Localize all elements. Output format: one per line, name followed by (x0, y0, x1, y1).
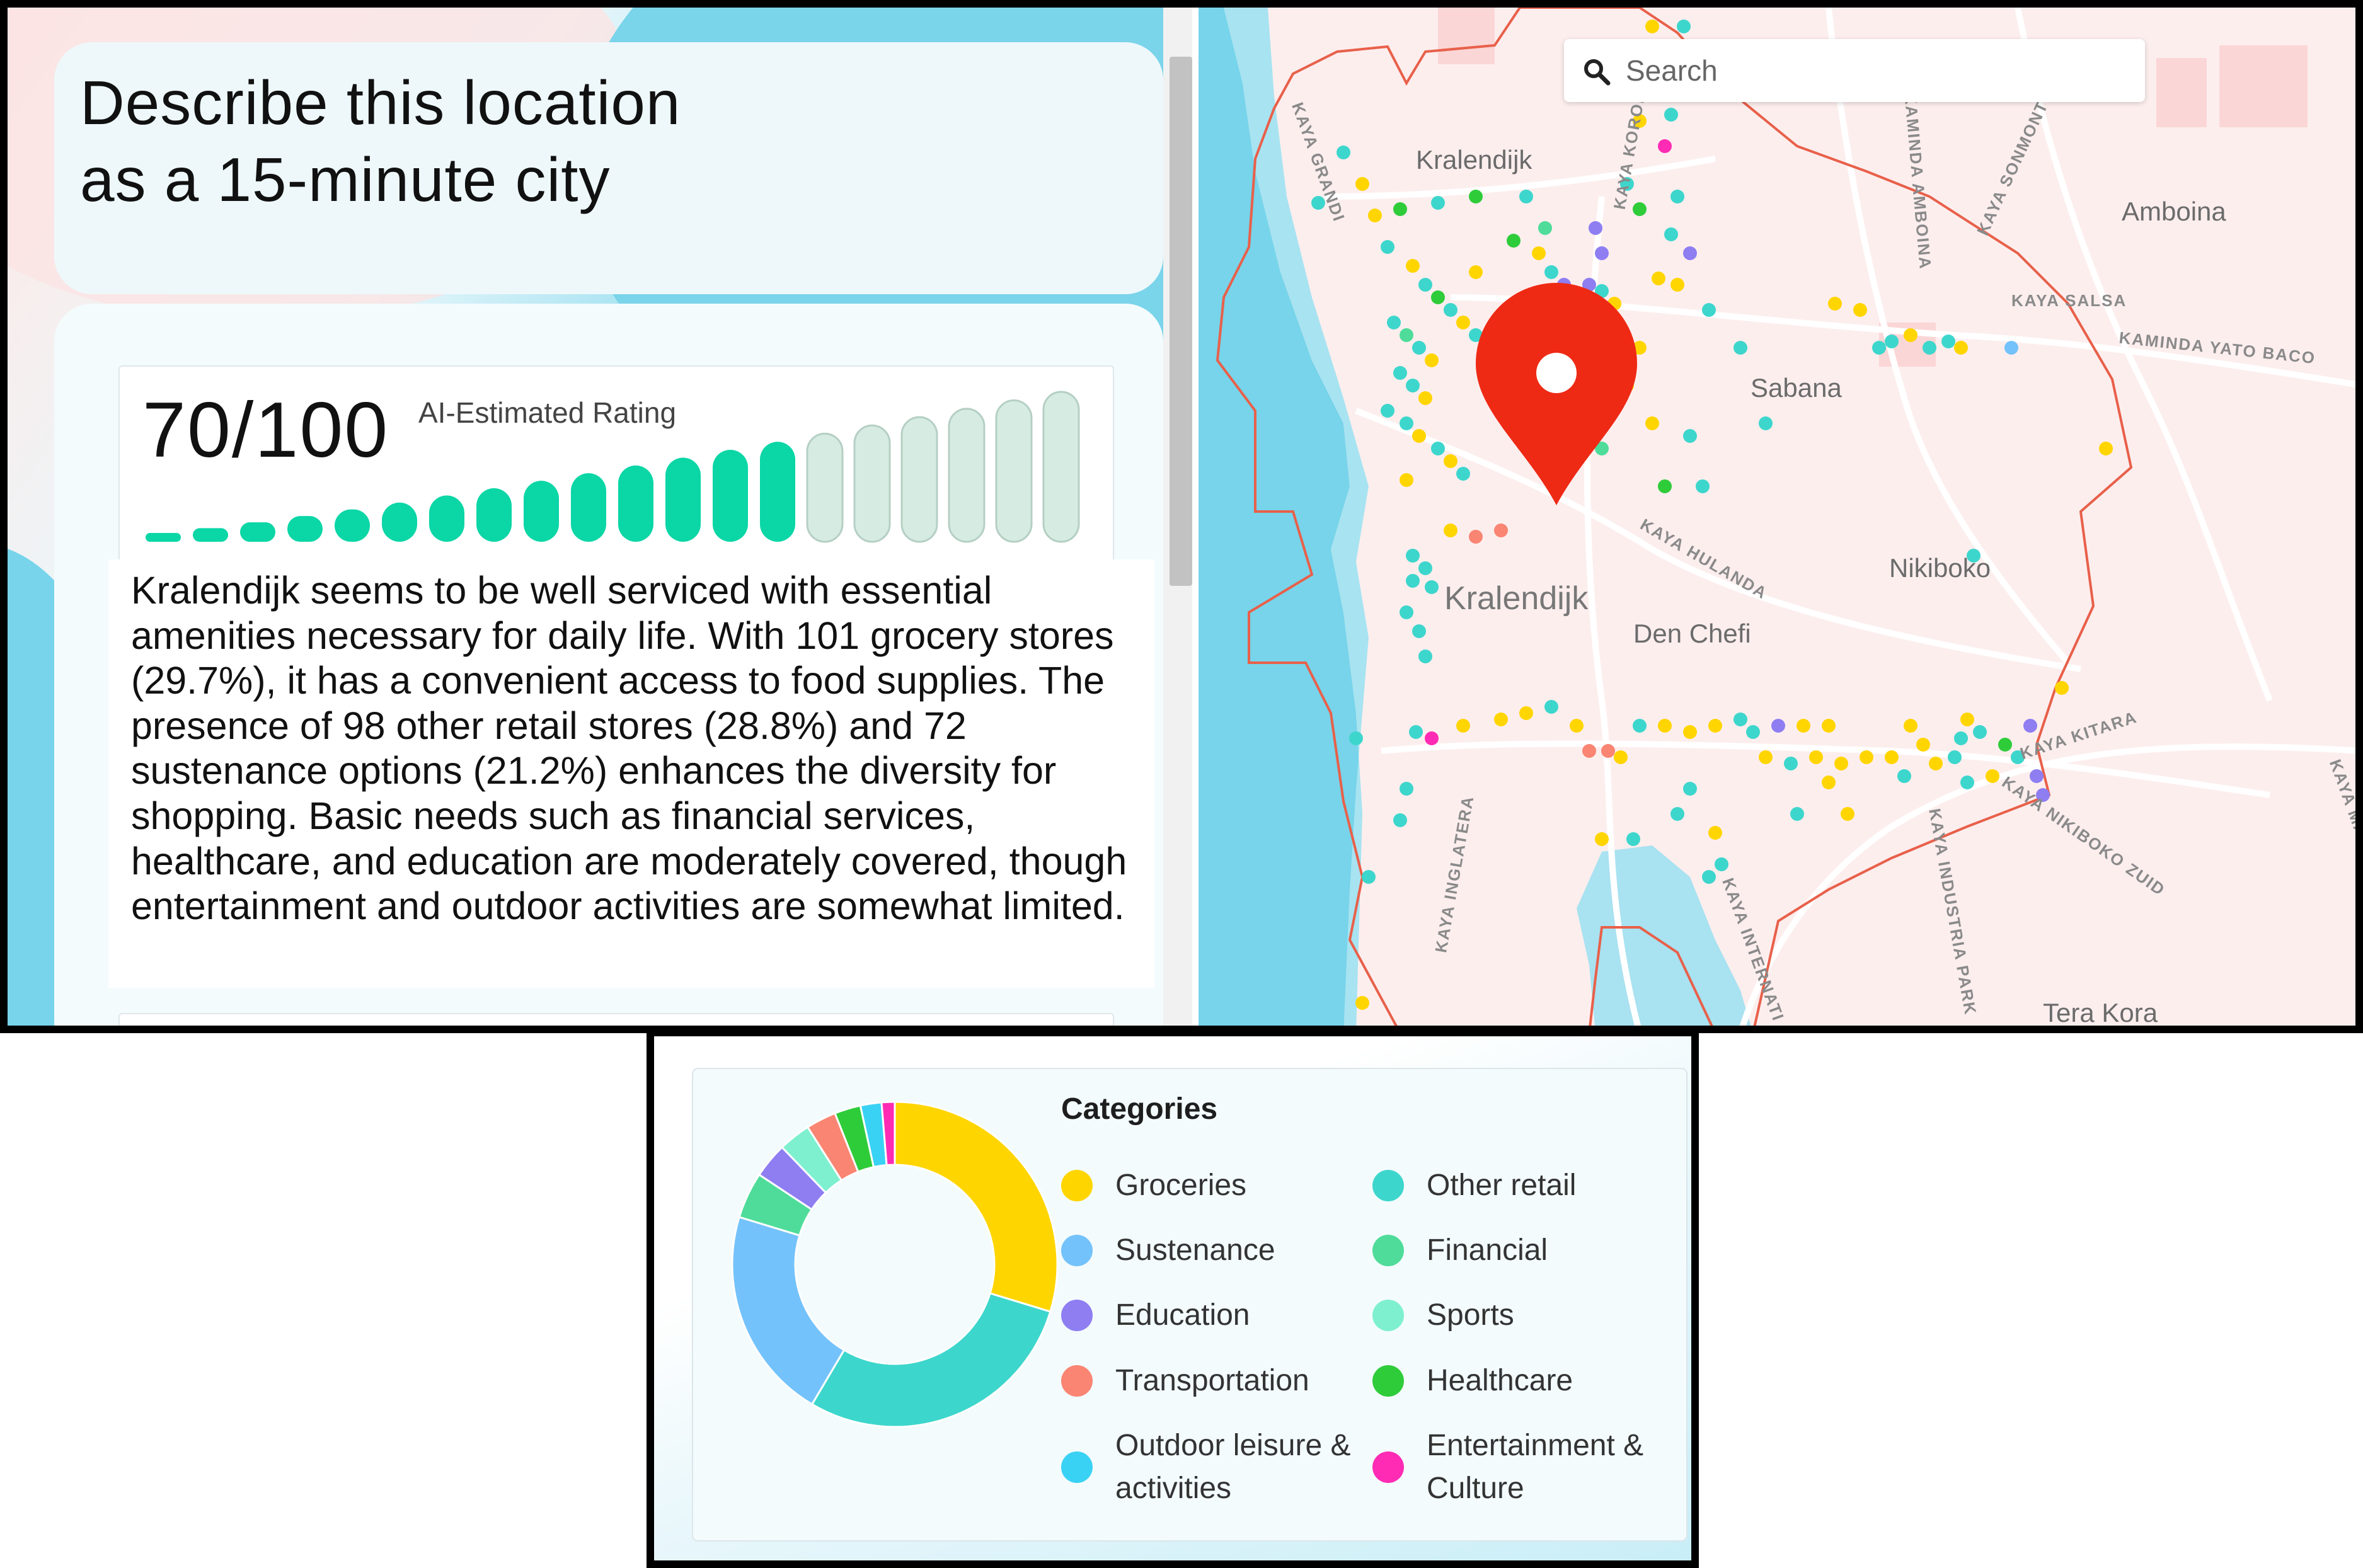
rating-bar-filled (760, 442, 795, 542)
legend-item-outdoor-leisure[interactable]: Outdoor leisure & activities (1061, 1429, 1355, 1510)
scrollbar[interactable] (1163, 8, 1192, 1026)
legend-item-education[interactable]: Education (1061, 1298, 1250, 1337)
legend-label: Sustenance (1115, 1233, 1275, 1267)
legend-label: Education (1115, 1298, 1250, 1332)
legend-label: Entertainment & Culture (1427, 1429, 1644, 1505)
rating-bar-filled (665, 457, 701, 542)
legend-item-sustenance[interactable]: Sustenance (1061, 1233, 1275, 1272)
rating-card: 70/100 AI-Estimated Rating (118, 365, 1114, 576)
legend-label: Sports (1427, 1298, 1514, 1332)
land-block (2219, 45, 2308, 127)
rating-bar-empty (948, 408, 986, 543)
rating-bar-empty (1042, 391, 1080, 543)
donut-slice-groceries[interactable] (894, 1101, 1059, 1313)
rating-bar-filled (618, 465, 653, 542)
legend-item-sports[interactable]: Sports (1372, 1298, 1514, 1337)
legend-item-other-retail[interactable]: Other retail (1372, 1169, 1576, 1207)
legend-item-healthcare[interactable]: Healthcare (1372, 1364, 1573, 1402)
legend-label: Financial (1427, 1233, 1548, 1267)
rating-bar-filled (193, 528, 228, 542)
legend-dot (1061, 1365, 1093, 1397)
legend-label: Transportation (1115, 1364, 1309, 1397)
search-bar[interactable] (1564, 39, 2145, 102)
categories-heading: Categories (1061, 1092, 1218, 1126)
map-label-amboina: Amboina (2122, 197, 2226, 226)
rating-bar-filled (713, 449, 748, 542)
legend-dot (1061, 1300, 1093, 1331)
legend-dot (1372, 1451, 1404, 1483)
rating-bar-empty (806, 432, 844, 543)
legend-item-financial[interactable]: Financial (1372, 1233, 1548, 1272)
rating-bar-filled (382, 502, 417, 542)
screenshot-top-frame: Describe this location as a 15-minute ci… (0, 0, 2363, 1033)
map-label-kralendijk-north: Kralendijk (1416, 145, 1532, 175)
summary-box: Kralendijk seems to be well serviced wit… (108, 559, 1154, 988)
legend-label: Groceries (1115, 1169, 1247, 1202)
summary-text: Kralendijk seems to be well serviced wit… (131, 569, 1127, 928)
rating-bar-filled (524, 481, 559, 542)
land-block (2156, 58, 2207, 127)
search-input[interactable] (1624, 49, 2131, 92)
rating-bar-filled (335, 509, 370, 542)
legend-label: Other retail (1427, 1169, 1577, 1202)
legend-dot (1372, 1300, 1404, 1331)
page-title: Describe this location as a 15-minute ci… (80, 64, 962, 218)
legend-item-entertainment[interactable]: Entertainment & Culture (1372, 1429, 1679, 1510)
map-label-nikiboko: Nikiboko (1889, 553, 1991, 583)
legend-dot (1061, 1451, 1093, 1483)
categories-card: Categories Groceries Other retail Susten… (692, 1068, 1687, 1542)
map-view[interactable]: Kralendijk Kralendijk Amboina Sabana Nik… (1199, 8, 2363, 1033)
legend-item-groceries[interactable]: Groceries (1061, 1169, 1246, 1207)
legend-label: Outdoor leisure & activities (1115, 1429, 1351, 1505)
legend-dot (1372, 1170, 1404, 1201)
rating-bar-empty (995, 399, 1033, 543)
map-label-sabana: Sabana (1751, 373, 1842, 403)
donut-slice-other-retail[interactable] (810, 1292, 1052, 1428)
search-icon (1584, 59, 1611, 86)
scrollbar-thumb[interactable] (1170, 57, 1192, 586)
page-title-line-1: Describe this location (80, 68, 681, 137)
rating-bar-filled (146, 533, 181, 542)
legend-dot (1372, 1365, 1404, 1397)
rating-bar-filled (429, 495, 464, 542)
map-label-den-chefi: Den Chefi (1633, 619, 1751, 648)
legend-dot (1372, 1235, 1404, 1266)
rating-bar-filled (571, 473, 606, 542)
rating-bar-empty (853, 424, 891, 543)
legend-dot (1061, 1235, 1093, 1266)
legend-item-transportation[interactable]: Transportation (1061, 1364, 1309, 1402)
rating-bar-filled (240, 522, 275, 542)
map-canvas[interactable] (1199, 8, 2363, 1033)
legend-label: Healthcare (1427, 1364, 1573, 1397)
page-title-line-2: as a 15-minute city (80, 145, 611, 214)
rating-bar-filled (287, 516, 323, 542)
info-panel: Describe this location as a 15-minute ci… (8, 8, 1192, 1026)
categories-donut-chart (731, 1101, 1059, 1428)
rating-bar-meter (146, 391, 1080, 543)
legend-dot (1061, 1170, 1093, 1201)
street-label: KAYA SALSA (2011, 291, 2127, 310)
rating-bar-filled (476, 488, 512, 542)
map-label-kralendijk-center: Kralendijk (1444, 580, 1589, 617)
donut-slice-sustenance[interactable] (731, 1216, 846, 1406)
rating-bar-empty (900, 416, 938, 543)
map-label-tera-kora: Tera Kora (2043, 998, 2158, 1027)
screenshot-bottom-frame: Categories Groceries Other retail Susten… (647, 1029, 1699, 1568)
land-block (1438, 8, 1495, 64)
